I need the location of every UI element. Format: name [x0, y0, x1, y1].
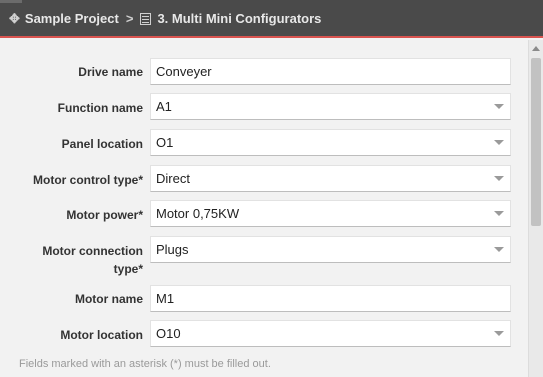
- required-fields-note: Fields marked with an asterisk (*) must …: [19, 358, 271, 370]
- breadcrumb-page: 3. Multi Mini Configurators: [157, 11, 322, 26]
- scroll-up-icon[interactable]: [529, 40, 543, 56]
- function-name-value: A1: [156, 99, 172, 114]
- motor-control-type-label: Motor control type*: [33, 173, 143, 187]
- motor-connection-type-value: Plugs: [156, 242, 189, 257]
- motor-name-field[interactable]: M1: [150, 285, 511, 312]
- motor-connection-type-select[interactable]: Plugs: [150, 236, 511, 263]
- motor-control-type-select[interactable]: Direct: [150, 165, 511, 192]
- document-icon: [140, 12, 152, 25]
- chevron-down-icon[interactable]: [494, 211, 504, 216]
- drive-name-label: Drive name: [78, 65, 143, 79]
- chevron-down-icon[interactable]: [494, 140, 504, 145]
- header-notch: [0, 0, 22, 3]
- motor-name-value: M1: [156, 291, 175, 306]
- chevron-down-icon[interactable]: [494, 247, 504, 252]
- project-icon: ✥: [9, 11, 20, 26]
- function-name-select[interactable]: A1: [150, 93, 511, 120]
- panel-location-value: O1: [156, 135, 174, 150]
- vertical-scrollbar[interactable]: [528, 40, 543, 377]
- breadcrumb-project[interactable]: Sample Project: [25, 11, 119, 26]
- motor-location-label: Motor location: [60, 328, 143, 342]
- scrollbar-thumb[interactable]: [531, 58, 541, 226]
- header-bar: ✥ Sample Project > 3. Multi Mini Configu…: [0, 0, 543, 38]
- motor-power-label: Motor power*: [66, 208, 143, 222]
- function-name-label: Function name: [57, 101, 143, 115]
- panel-location-label: Panel location: [61, 137, 143, 151]
- motor-connection-type-label-line1: Motor connection: [42, 244, 143, 258]
- motor-power-value: Motor 0,75KW: [156, 206, 240, 221]
- drive-name-value: Conveyer: [156, 64, 212, 79]
- motor-power-select[interactable]: Motor 0,75KW: [150, 200, 511, 227]
- motor-control-type-value: Direct: [156, 171, 190, 186]
- drive-name-field[interactable]: Conveyer: [150, 58, 511, 85]
- motor-location-value: O10: [156, 326, 181, 341]
- panel-location-select[interactable]: O1: [150, 129, 511, 156]
- chevron-down-icon[interactable]: [494, 331, 504, 336]
- motor-location-select[interactable]: O10: [150, 320, 511, 347]
- breadcrumb: ✥ Sample Project > 3. Multi Mini Configu…: [9, 11, 321, 26]
- breadcrumb-separator: >: [125, 11, 134, 26]
- chevron-down-icon[interactable]: [494, 104, 504, 109]
- motor-connection-type-label: Motor connection type*: [42, 243, 143, 277]
- chevron-down-icon[interactable]: [494, 176, 504, 181]
- motor-connection-type-label-line2: type*: [113, 262, 143, 276]
- motor-name-label: Motor name: [74, 292, 143, 306]
